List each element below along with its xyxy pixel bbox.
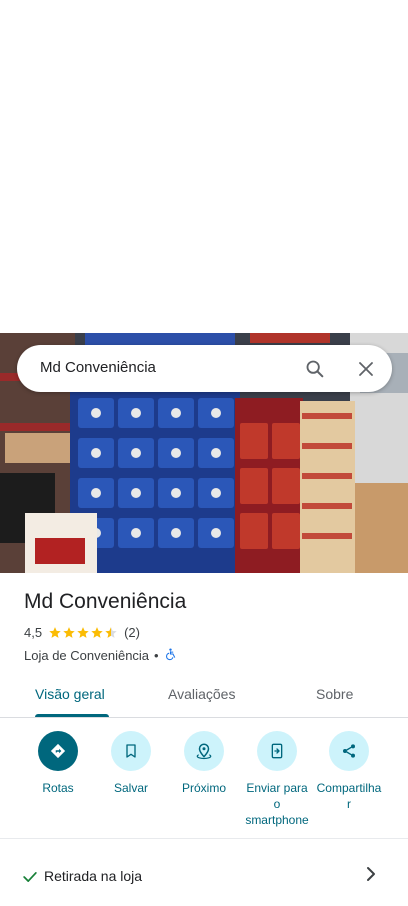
directions-button[interactable]: Rotas [18,731,98,796]
send-to-phone-button[interactable]: Enviar para o smartphone [237,731,317,828]
search-bar[interactable]: Md Conveniência [17,345,392,392]
separator-dot: • [154,648,159,663]
star-icon [91,627,103,638]
tab-about[interactable]: Sobre [316,686,353,702]
share-icon [329,731,369,771]
feature-row-pickup[interactable]: Retirada na loja [0,856,408,896]
share-label-line1: Compartilha [316,781,382,795]
send-to-phone-label-line2: o [273,797,281,811]
rating-value: 4,5 [24,625,43,640]
close-icon[interactable] [353,356,379,382]
send-to-phone-label: Enviar para o smartphone [237,780,317,828]
rating-row[interactable]: 4,5 (2) [24,625,140,640]
review-count: (2) [124,625,140,640]
share-label: Compartilha r [309,780,389,812]
bookmark-icon [111,731,151,771]
save-label: Salvar [113,781,148,795]
send-to-phone-label-line3: smartphone [245,813,309,827]
tab-overview[interactable]: Visão geral [35,686,105,702]
search-icon[interactable] [302,356,328,382]
send-to-phone-label-line1: Enviar para [246,781,308,795]
action-buttons: Rotas Salvar Próximo Enviar para o smart… [0,731,408,831]
rating-stars [48,626,118,639]
star-icon [77,627,89,638]
directions-icon [38,731,78,771]
feature-label: Retirada na loja [44,868,143,884]
tab-reviews[interactable]: Avaliações [168,686,235,702]
nearby-button[interactable]: Próximo [164,731,244,796]
wheelchair-icon[interactable] [164,647,177,664]
save-button[interactable]: Salvar [91,731,171,796]
send-to-phone-icon [257,731,297,771]
divider [0,838,408,839]
category-row: Loja de Conveniência • [24,647,177,664]
share-label-line2: r [347,797,351,811]
chevron-right-icon[interactable] [364,865,378,888]
active-tab-indicator [35,714,109,717]
star-icon [63,627,75,638]
half-star-icon [105,627,117,638]
search-input[interactable]: Md Conveniência [40,359,156,376]
tab-bar: Visão geral Avaliações Sobre [0,676,408,718]
place-category: Loja de Conveniência [24,648,150,663]
check-icon [23,870,37,888]
nearby-icon [184,731,224,771]
directions-label: Rotas [42,781,74,795]
place-title: Md Conveniência [24,590,187,613]
share-button[interactable]: Compartilha r [309,731,389,812]
star-icon [49,627,61,638]
map-area[interactable] [0,0,408,333]
nearby-label: Próximo [181,781,226,795]
